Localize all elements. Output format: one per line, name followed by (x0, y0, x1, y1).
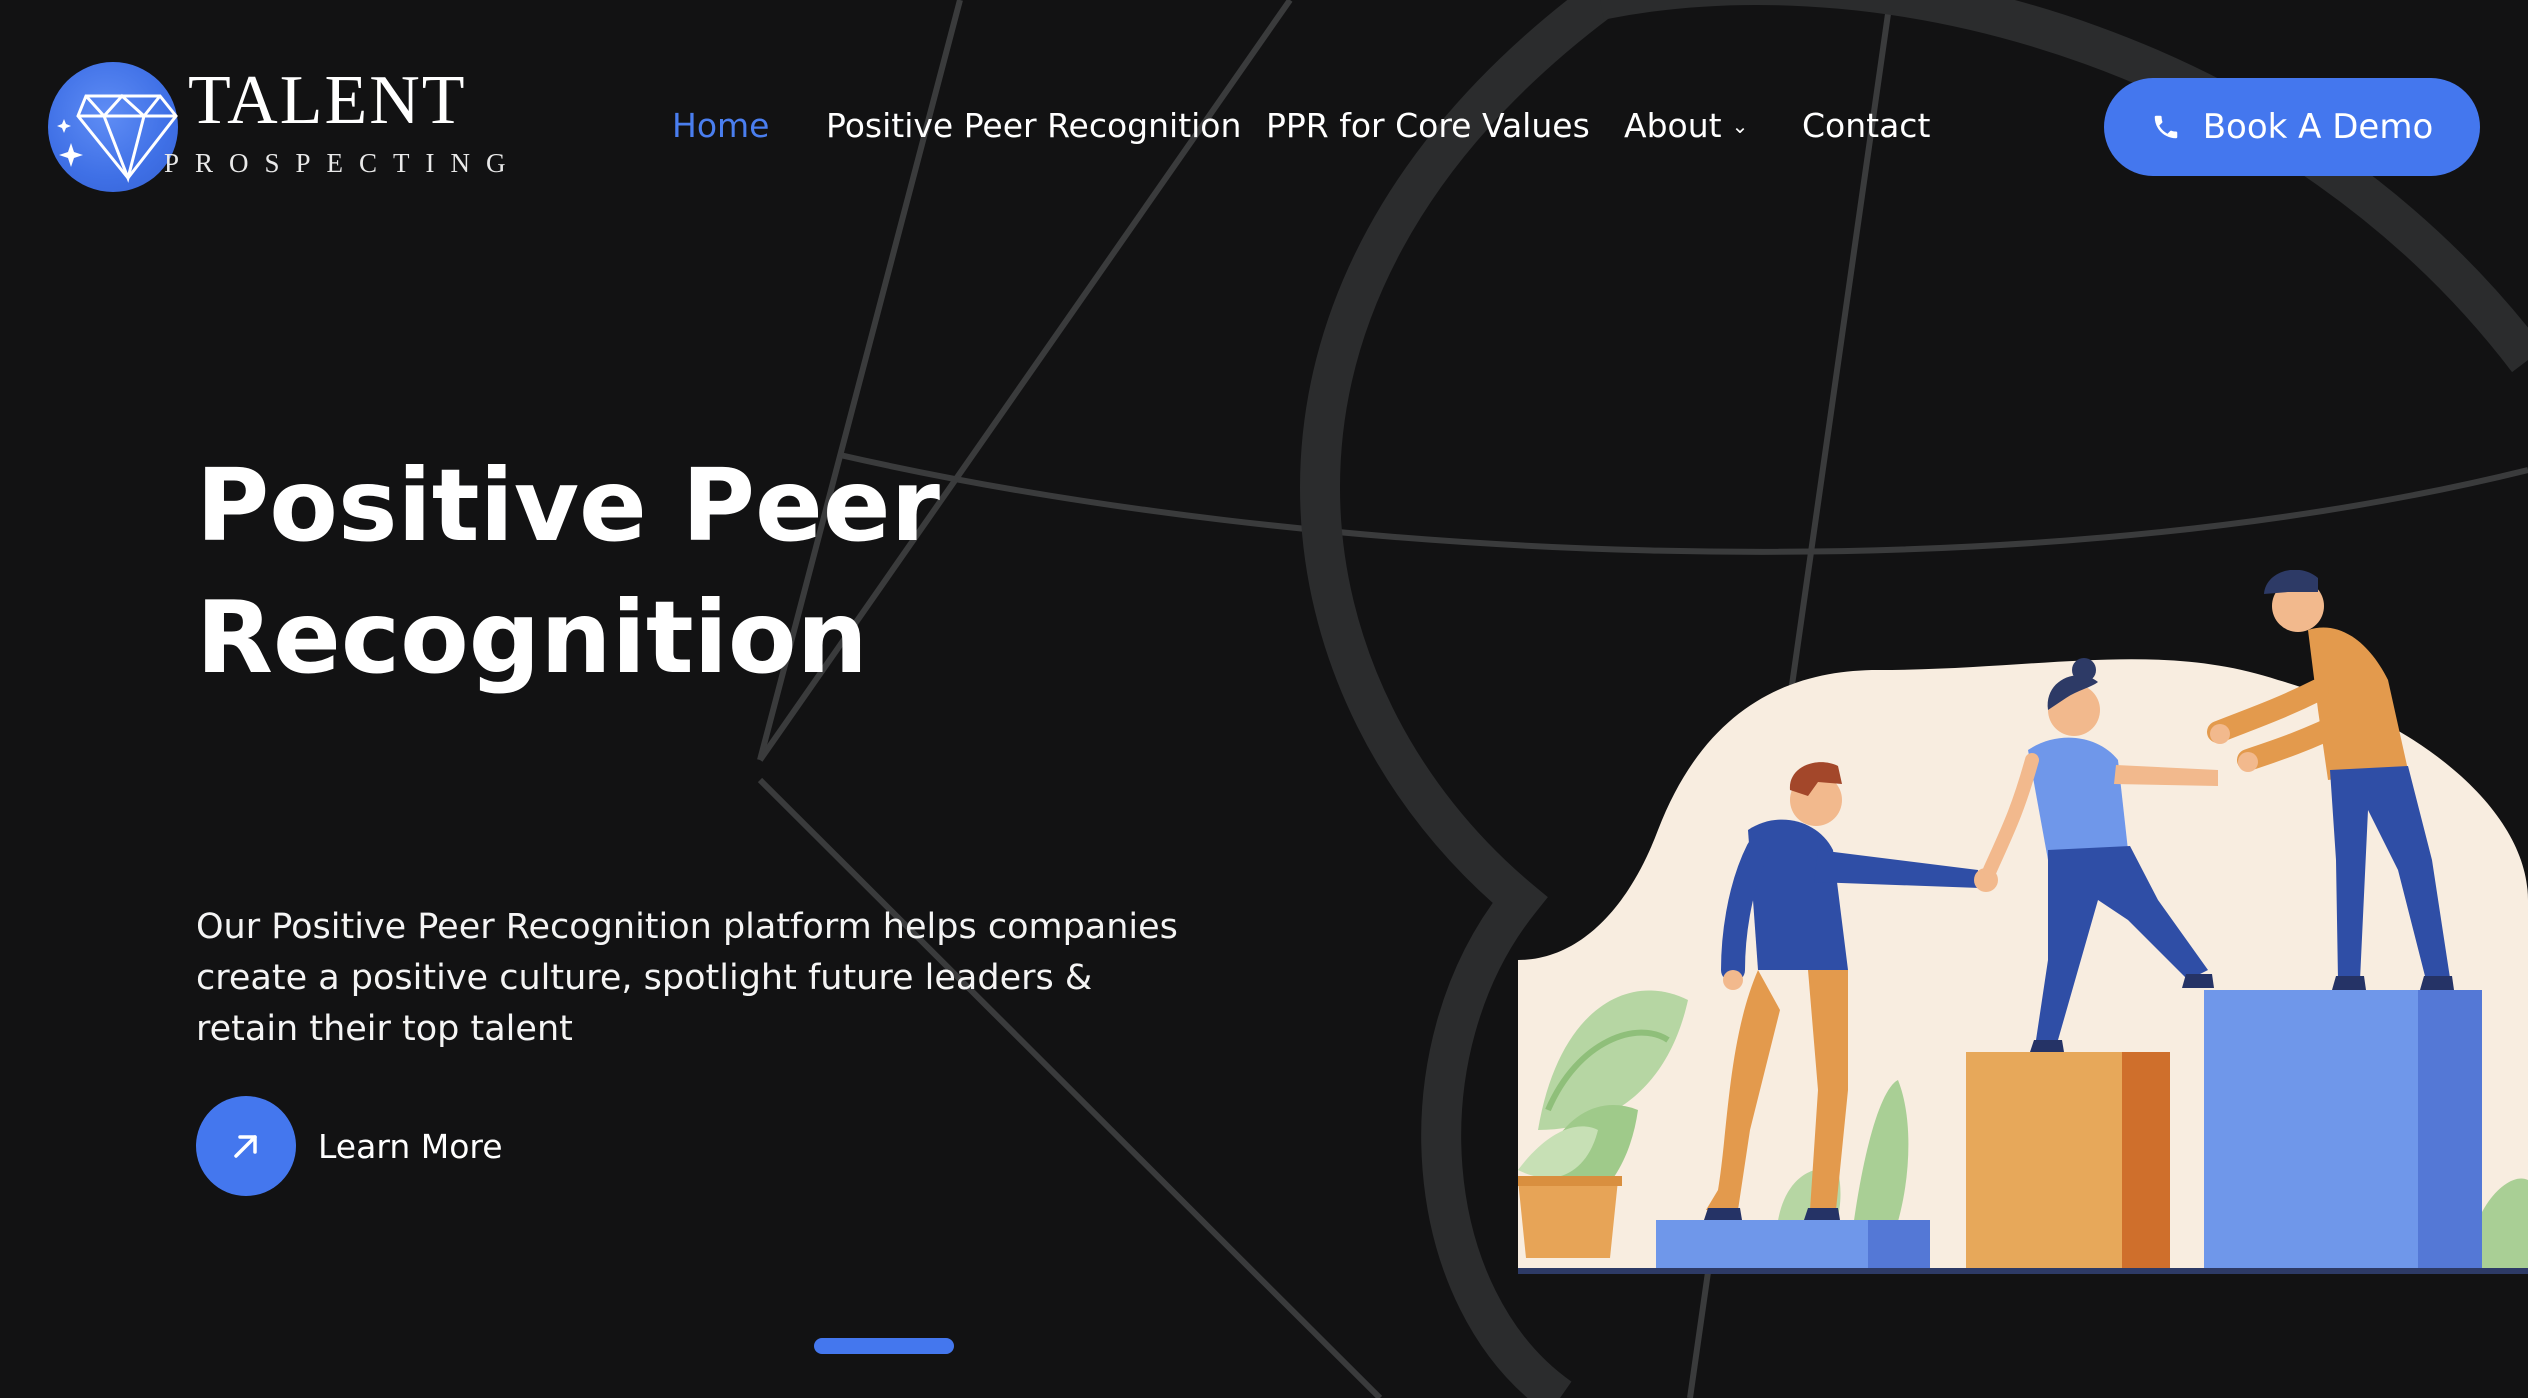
nav-about[interactable]: About ⌄ (1624, 104, 1748, 152)
book-demo-label: Book A Demo (2202, 107, 2434, 147)
arrow-up-right-icon (234, 1135, 257, 1158)
nav-positive-peer-recognition[interactable]: Positive Peer Recognition (826, 104, 1241, 148)
hero-title-line-1: Positive Peer (196, 447, 940, 564)
phone-icon (2154, 115, 2177, 139)
learn-more-label: Learn More (318, 1126, 503, 1166)
learn-more-link[interactable]: Learn More (196, 1096, 503, 1196)
nav-ppr-core-values[interactable]: PPR for Core Values (1266, 104, 1590, 148)
hero-description: Our Positive Peer Recognition platform h… (196, 907, 1178, 1049)
logo-badge (48, 62, 178, 192)
diamond-icon (57, 93, 178, 183)
team-collaboration-illustration (1518, 570, 2528, 1274)
logo[interactable]: TALENT PROSPECTING (48, 62, 506, 202)
chevron-down-icon: ⌄ (1731, 114, 1749, 138)
logo-name: TALENT (188, 62, 467, 139)
page: TALENT PROSPECTING Home Positive Peer Re… (0, 0, 2528, 1398)
nav-contact[interactable]: Contact (1802, 104, 1930, 148)
learn-more-icon-circle (196, 1096, 296, 1196)
hero-title-line-2: Recognition (196, 579, 868, 696)
hero-title: Positive Peer Recognition (196, 440, 1096, 704)
nav-home[interactable]: Home (672, 104, 769, 148)
logo-tagline: PROSPECTING (164, 148, 522, 178)
slider-indicator-active[interactable] (814, 1338, 954, 1354)
book-demo-button[interactable]: Book A Demo (2104, 78, 2480, 176)
nav-about-label: About (1624, 106, 1722, 145)
